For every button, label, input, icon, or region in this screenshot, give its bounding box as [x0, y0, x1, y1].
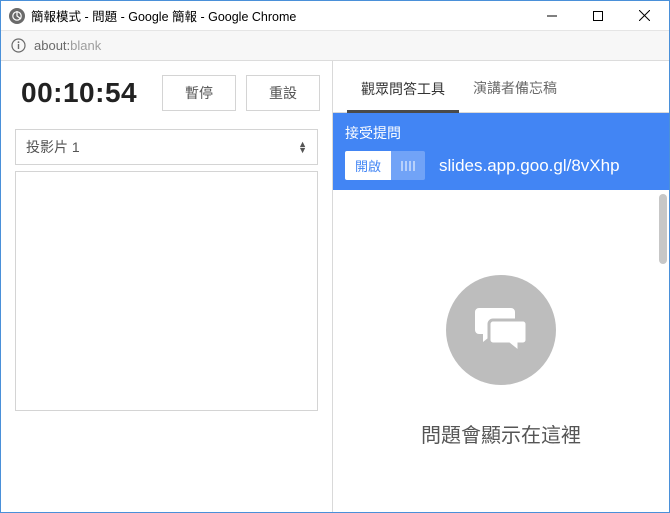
url-path: blank [70, 38, 101, 53]
window-controls [529, 1, 667, 31]
slide-selector-label: 投影片 1 [26, 137, 80, 157]
timer-row: 00:10:54 暫停 重設 [1, 61, 332, 129]
browser-window: 簡報模式 - 問題 - Google 簡報 - Google Chrome ab… [0, 0, 670, 513]
slide-section: 投影片 1 ▲▼ [1, 129, 332, 512]
info-icon [11, 38, 26, 53]
toggle-off-side [391, 151, 425, 180]
chat-empty-icon [446, 275, 556, 385]
address-bar[interactable]: about:blank [1, 31, 669, 61]
accept-row: 開啟 slides.app.goo.gl/8vXhp [345, 151, 657, 180]
qa-body: 問題會顯示在這裡 [333, 190, 669, 512]
tabs: 觀眾問答工具 演講者備忘稿 [333, 61, 669, 113]
accept-questions-label: 接受提問 [345, 123, 657, 143]
slide-preview[interactable] [15, 171, 318, 411]
pause-button[interactable]: 暫停 [162, 75, 236, 111]
slide-selector[interactable]: 投影片 1 ▲▼ [15, 129, 318, 165]
titlebar: 簡報模式 - 問題 - Google 簡報 - Google Chrome [1, 1, 669, 31]
maximize-button[interactable] [575, 1, 621, 31]
stepper-icon[interactable]: ▲▼ [298, 141, 307, 153]
window-title: 簡報模式 - 問題 - Google 簡報 - Google Chrome [31, 6, 529, 25]
reset-button[interactable]: 重設 [246, 75, 320, 111]
tab-speaker-notes[interactable]: 演講者備忘稿 [459, 78, 571, 112]
url-scheme: about: [34, 38, 70, 53]
timer-display: 00:10:54 [21, 77, 152, 109]
accept-questions-bar: 接受提問 開啟 slides.app.goo.gl/8vXhp [333, 113, 669, 190]
scrollbar-thumb[interactable] [659, 194, 667, 264]
toggle-on-label: 開啟 [345, 151, 391, 180]
right-pane: 觀眾問答工具 演講者備忘稿 接受提問 開啟 slides.app.goo.gl/… [333, 61, 669, 512]
tab-audience-qa[interactable]: 觀眾問答工具 [347, 79, 459, 113]
content-area: 00:10:54 暫停 重設 投影片 1 ▲▼ 觀眾問答工具 演講者備忘稿 接受… [1, 61, 669, 512]
left-pane: 00:10:54 暫停 重設 投影片 1 ▲▼ [1, 61, 333, 512]
qa-link[interactable]: slides.app.goo.gl/8vXhp [439, 156, 620, 176]
app-icon [9, 8, 25, 24]
close-button[interactable] [621, 1, 667, 31]
qa-empty-text: 問題會顯示在這裡 [421, 419, 581, 448]
accept-toggle[interactable]: 開啟 [345, 151, 425, 180]
minimize-button[interactable] [529, 1, 575, 31]
